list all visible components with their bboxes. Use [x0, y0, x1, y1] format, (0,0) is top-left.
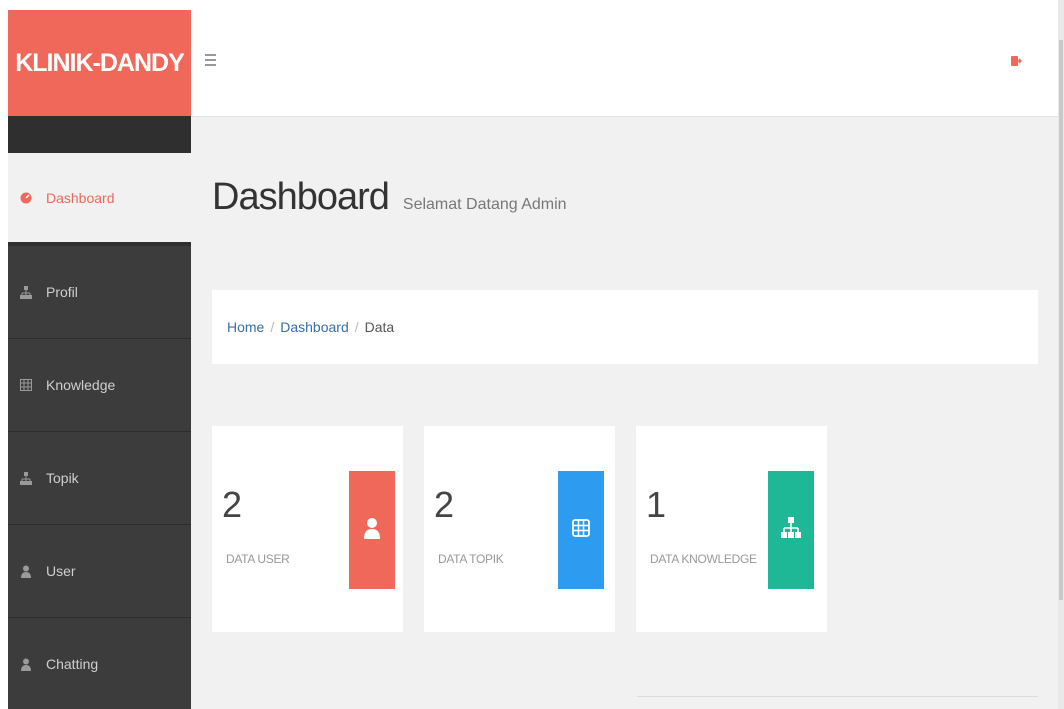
sidebar-item-label: Topik [46, 470, 79, 486]
user-icon [364, 517, 380, 544]
table-icon [572, 518, 590, 542]
breadcrumb-dashboard[interactable]: Dashboard [280, 319, 349, 335]
sitemap-icon [20, 285, 32, 299]
breadcrumb-separator: / [354, 319, 359, 335]
stat-label: DATA KNOWLEDGE [650, 552, 757, 566]
sidebar-item-label: Dashboard [46, 189, 115, 206]
breadcrumb-current: Data [364, 319, 395, 335]
user-icon [20, 657, 32, 671]
brand-logo[interactable]: KLINIK-DANDY [8, 10, 191, 116]
table-icon [20, 378, 32, 392]
breadcrumb-home[interactable]: Home [227, 319, 264, 335]
sidebar-header-strip [8, 116, 191, 153]
stat-value: 1 [646, 484, 667, 525]
breadcrumb-separator: / [270, 319, 275, 335]
breadcrumb: Home / Dashboard / Data [212, 290, 1038, 364]
sidebar-item-label: Chatting [46, 656, 99, 672]
stat-label: DATA TOPIK [438, 552, 504, 566]
scrollbar-thumb[interactable] [1059, 40, 1063, 600]
sidebar: Dashboard Profil Knowledge Topik User Ch… [8, 116, 191, 709]
sidebar-item-user[interactable]: User [8, 525, 191, 618]
sidebar-item-label: Knowledge [46, 377, 116, 393]
logout-icon[interactable] [1010, 54, 1023, 68]
scrollbar-track[interactable] [1058, 0, 1064, 709]
stat-card-knowledge[interactable]: 1 DATA KNOWLEDGE [636, 426, 827, 632]
stat-tile-topik [558, 471, 604, 589]
stat-card-user[interactable]: 2 DATA USER [212, 426, 403, 632]
sitemap-icon [20, 471, 32, 485]
page-header: Dashboard Selamat Datang Admin [212, 176, 567, 219]
app-frame: KLINIK-DANDY Dashboard Profil Knowledge … [8, 10, 1064, 709]
stat-value: 2 [434, 484, 455, 525]
hamburger-icon[interactable] [205, 54, 216, 70]
panel-divider [637, 696, 1038, 697]
stat-value: 2 [222, 484, 243, 525]
page-title: Dashboard [212, 176, 390, 218]
top-bar [191, 10, 1064, 117]
user-icon [20, 564, 32, 578]
stat-card-topik[interactable]: 2 DATA TOPIK [424, 426, 615, 632]
sidebar-item-profil[interactable]: Profil [8, 246, 191, 339]
stat-tile-user [349, 471, 395, 589]
sidebar-item-dashboard[interactable]: Dashboard [8, 153, 191, 246]
sidebar-item-chatting[interactable]: Chatting [8, 618, 191, 709]
stat-tile-knowledge [768, 471, 814, 589]
sidebar-item-topik[interactable]: Topik [8, 432, 191, 525]
sidebar-item-label: Profil [46, 284, 78, 300]
dashboard-icon [20, 191, 32, 205]
stat-label: DATA USER [226, 552, 290, 566]
sitemap-icon [781, 516, 801, 544]
page-subtitle: Selamat Datang Admin [402, 196, 567, 213]
sidebar-item-knowledge[interactable]: Knowledge [8, 339, 191, 432]
sidebar-item-label: User [46, 563, 76, 579]
